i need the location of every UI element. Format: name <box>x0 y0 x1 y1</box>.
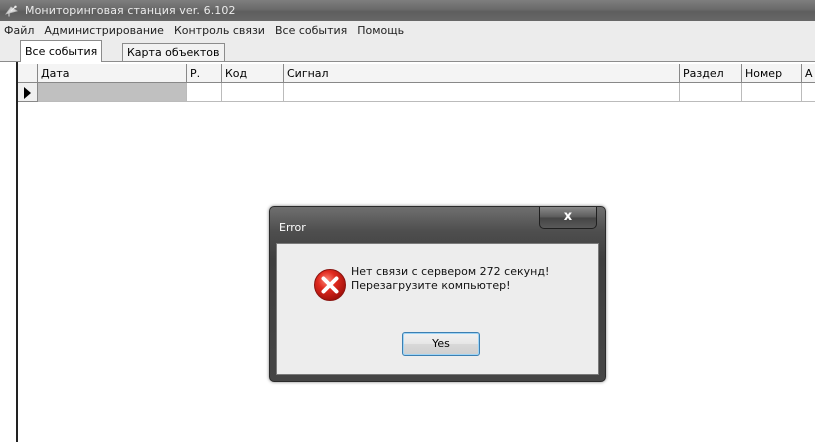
dialog-body: Нет связи с сервером 272 секунд! Перезаг… <box>276 243 599 375</box>
column-header-section[interactable]: Раздел <box>680 64 742 83</box>
menu-all-events[interactable]: Все события <box>270 24 352 37</box>
menu-connection-control[interactable]: Контроль связи <box>169 24 270 37</box>
close-icon: x <box>563 209 573 224</box>
error-message-line-1: Нет связи с сервером 272 секунд! <box>351 265 550 278</box>
column-header-number[interactable]: Номер <box>742 64 802 83</box>
table-row[interactable] <box>18 83 815 102</box>
title-bar[interactable]: Мониторинговая станция ver. 6.102 <box>0 0 815 21</box>
cell-number[interactable] <box>742 83 802 102</box>
yes-button[interactable]: Yes <box>402 332 480 356</box>
row-indicator[interactable] <box>18 83 38 102</box>
window-title: Мониторинговая станция ver. 6.102 <box>25 4 236 17</box>
current-row-arrow-icon <box>24 87 31 99</box>
cell-a[interactable] <box>802 83 815 102</box>
header-corner <box>18 64 38 83</box>
error-icon <box>313 268 347 302</box>
menu-bar: Файл Администрирование Контроль связи Вс… <box>0 21 815 40</box>
tab-all-events[interactable]: Все события <box>20 40 103 62</box>
column-header-signal[interactable]: Сигнал <box>284 64 680 83</box>
cell-r[interactable] <box>187 83 222 102</box>
cell-signal[interactable] <box>284 83 680 102</box>
cell-date[interactable] <box>38 83 187 102</box>
tabs-bar: Все события Карта объектов <box>0 40 815 62</box>
satellite-dish-icon <box>5 5 19 17</box>
column-header-date[interactable]: Дата <box>38 64 187 83</box>
cell-section[interactable] <box>680 83 742 102</box>
column-header-r[interactable]: Р. <box>187 64 222 83</box>
dialog-title: Error <box>279 221 306 234</box>
close-button[interactable]: x <box>539 207 597 229</box>
menu-help[interactable]: Помощь <box>352 24 409 37</box>
cell-code[interactable] <box>222 83 284 102</box>
error-dialog[interactable]: Error x Нет связи с сервером 272 секунд!… <box>269 206 606 382</box>
tab-object-map[interactable]: Карта объектов <box>122 43 225 61</box>
error-message: Нет связи с сервером 272 секунд! Перезаг… <box>351 265 549 293</box>
menu-file[interactable]: Файл <box>3 24 39 37</box>
column-header-code[interactable]: Код <box>222 64 284 83</box>
menu-administration[interactable]: Администрирование <box>39 24 169 37</box>
column-header-a[interactable]: А <box>802 64 815 83</box>
error-message-line-2: Перезагрузите компьютер! <box>351 279 511 292</box>
grid-header: Дата Р. Код Сигнал Раздел Номер А <box>18 64 815 83</box>
